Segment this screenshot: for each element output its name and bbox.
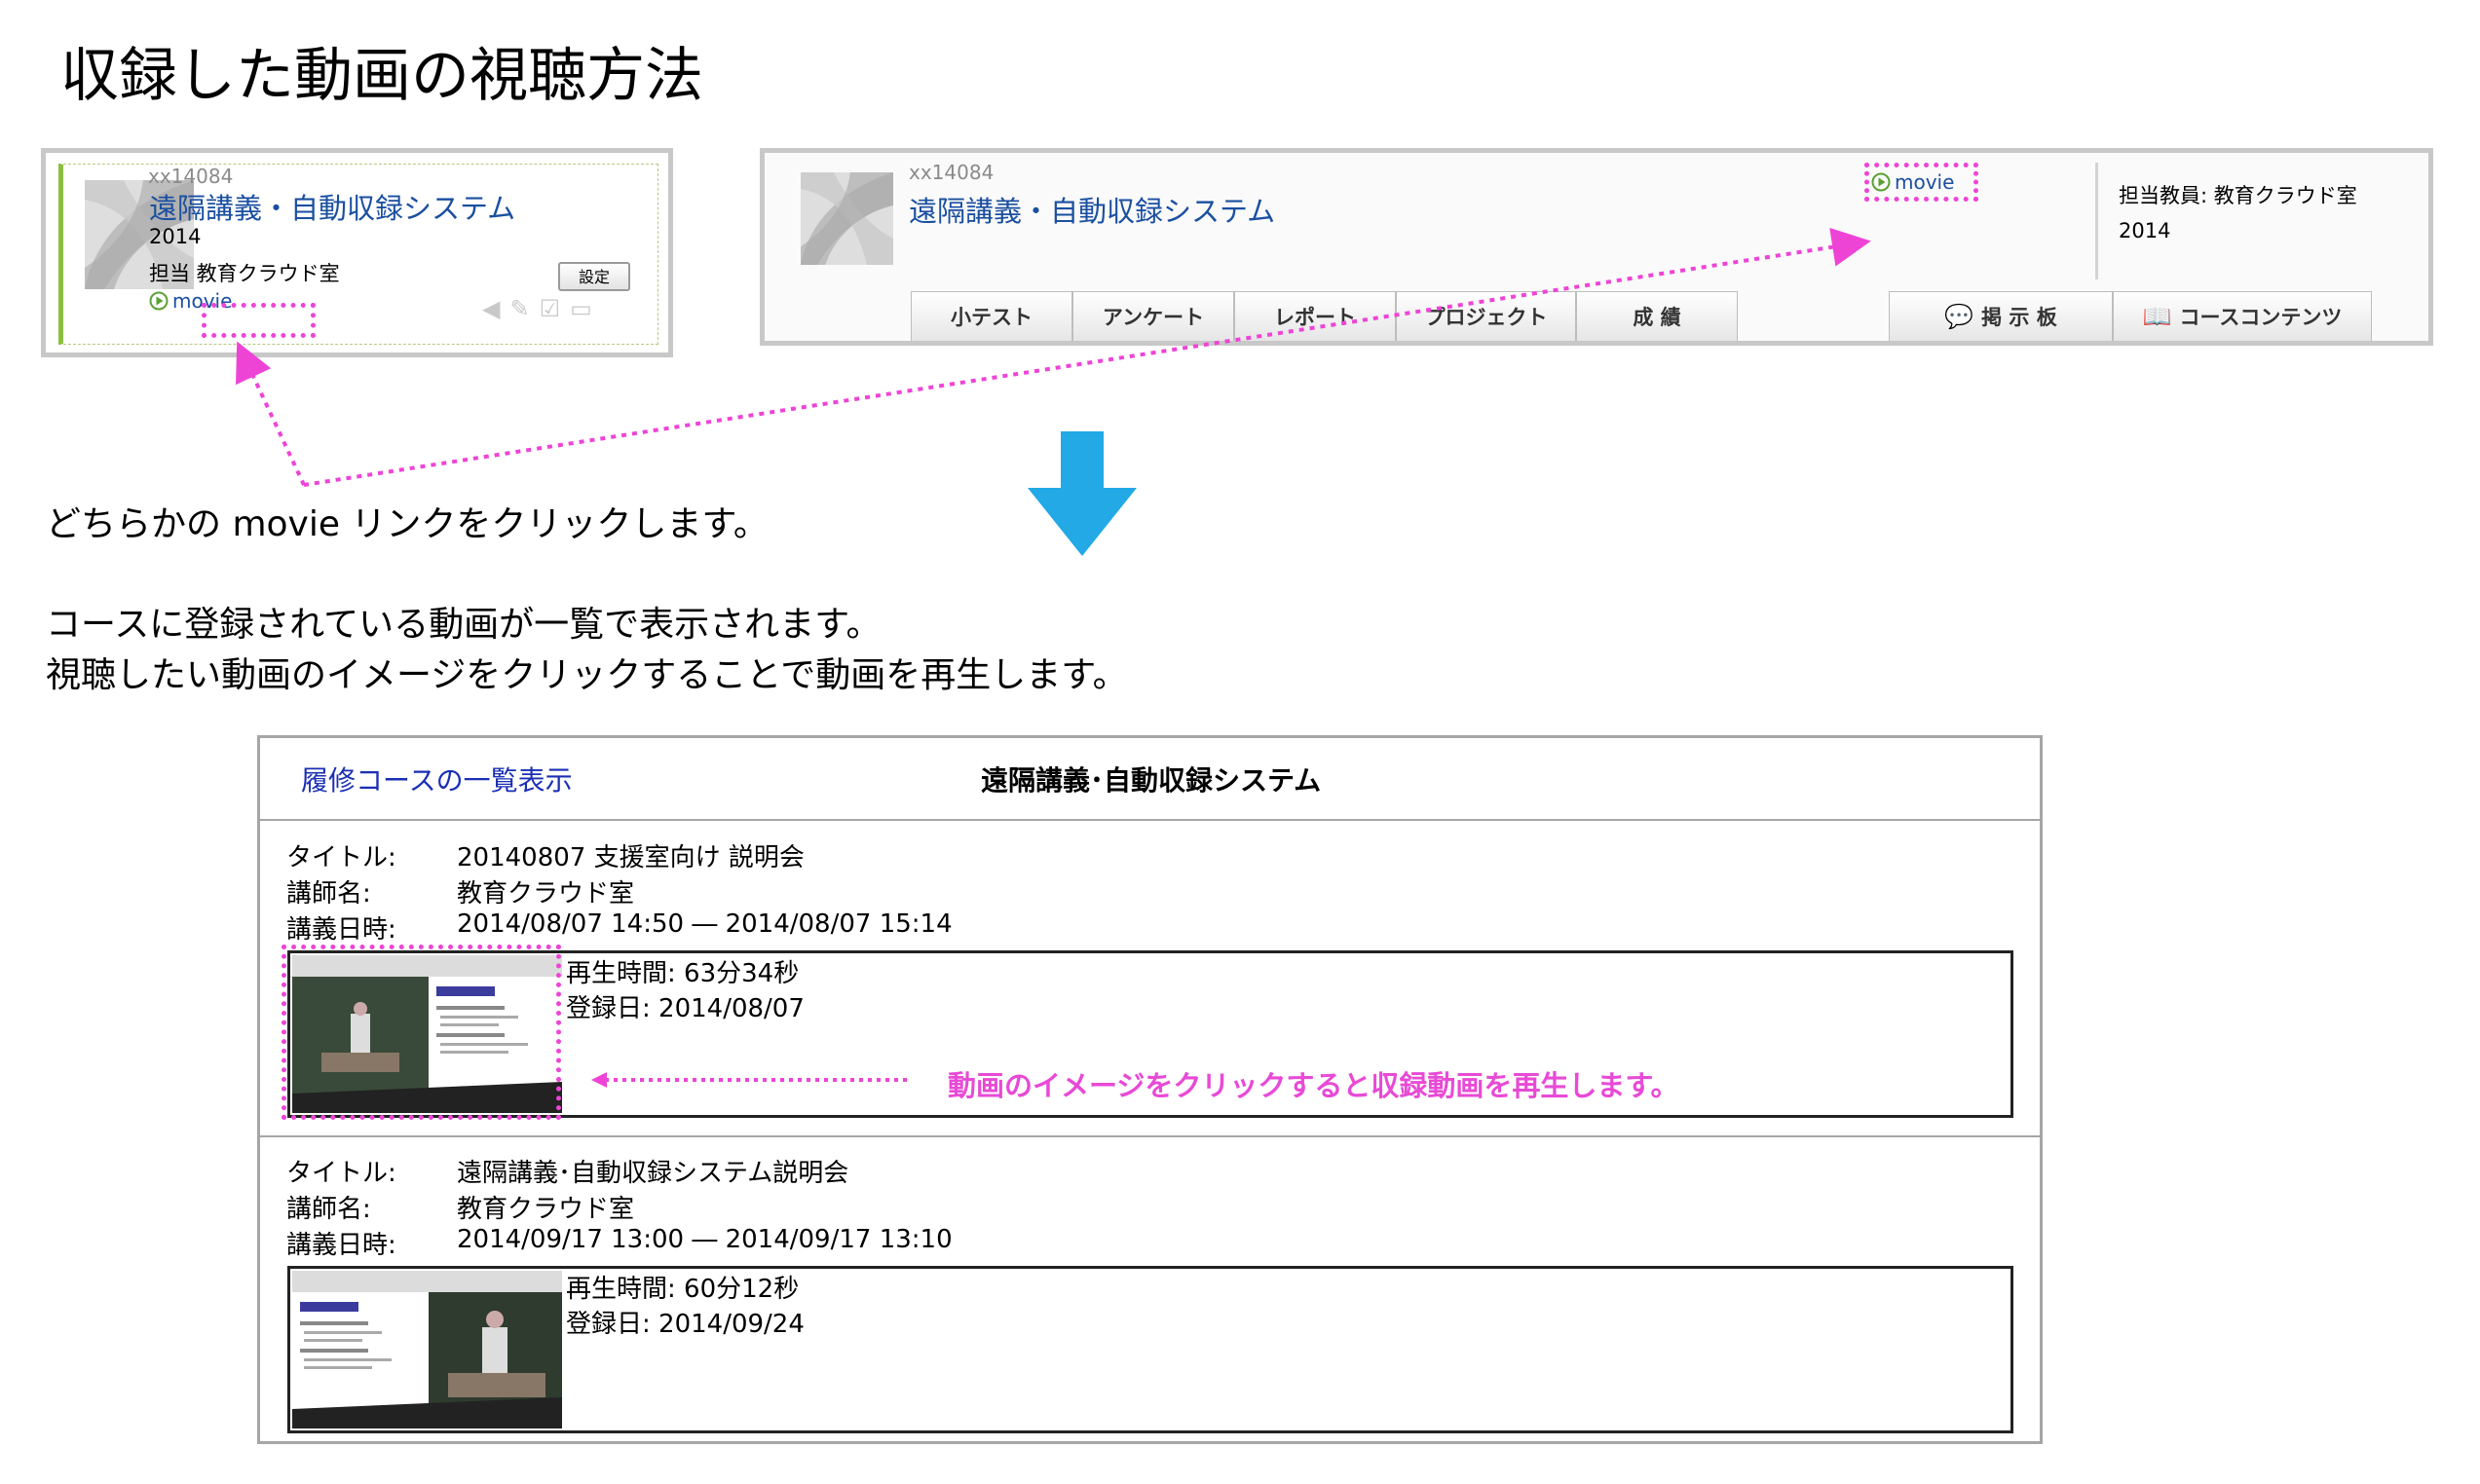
instruction-step2-line2: 視聴したい動画のイメージをクリックすることで動画を再生します。	[46, 655, 1128, 695]
entry-title: 20140807 支援室向け 説明会	[457, 843, 805, 872]
entry-registered: 登録日: 2014/09/24	[566, 1310, 805, 1339]
panel-title: 遠隔講義･自動収録システム	[981, 764, 1322, 797]
entry-title: 遠隔講義･自動収録システム説明会	[457, 1159, 849, 1188]
entry-duration: 再生時間: 60分12秒	[566, 1275, 800, 1304]
label-lecturer: 講師名:	[286, 1195, 371, 1224]
entry-lecturer: 教育クラウド室	[457, 879, 635, 909]
video-entry: タイトル: 遠隔講義･自動収録システム説明会 講師名: 教育クラウド室 講義日時…	[260, 1135, 2040, 1442]
label-datetime: 講義日時:	[286, 915, 396, 945]
note-arrow-icon	[591, 1072, 909, 1088]
video-detail-box: 再生時間: 60分12秒 登録日: 2014/09/24	[287, 1266, 2013, 1433]
label-title: タイトル:	[286, 843, 396, 872]
entry-duration: 再生時間: 63分34秒	[566, 959, 800, 988]
thumbnail-note: 動画のイメージをクリックすると収録動画を再生します。	[948, 1069, 1679, 1102]
entry-lecturer: 教育クラウド室	[457, 1195, 635, 1224]
connector-lines	[236, 227, 1871, 487]
video-list-panel: 履修コースの一覧表示 遠隔講義･自動収録システム タイトル: 20140807 …	[257, 735, 2043, 1444]
entry-datetime: 2014/09/17 13:00 ― 2014/09/17 13:10	[457, 1225, 953, 1254]
thumbnail-highlight-box	[282, 945, 561, 1120]
label-lecturer: 講師名:	[286, 879, 371, 909]
panel-header: 履修コースの一覧表示 遠隔講義･自動収録システム	[260, 738, 2040, 821]
label-title: タイトル:	[286, 1159, 396, 1188]
course-list-link[interactable]: 履修コースの一覧表示	[301, 760, 573, 798]
video-thumbnail[interactable]	[292, 1271, 562, 1428]
down-arrow-icon	[1028, 431, 1137, 556]
entry-registered: 登録日: 2014/08/07	[566, 994, 805, 1023]
video-entry: タイトル: 20140807 支援室向け 説明会 講師名: 教育クラウド室 講義…	[260, 820, 2040, 1136]
entry-datetime: 2014/08/07 14:50 ― 2014/08/07 15:14	[457, 909, 953, 939]
instruction-step1: どちらかの movie リンクをクリックします。	[46, 504, 769, 544]
label-datetime: 講義日時:	[286, 1231, 396, 1260]
instruction-step2-line1: コースに登録されている動画が一覧で表示されます。	[46, 605, 882, 645]
